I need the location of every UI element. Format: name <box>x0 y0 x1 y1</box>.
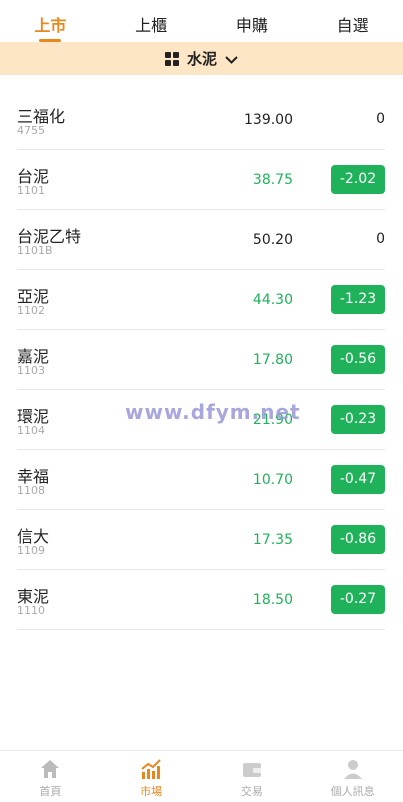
chart-icon <box>141 759 161 779</box>
stock-row[interactable]: 嘉泥 1103 17.80 -0.56 <box>17 330 385 390</box>
stock-code: 1102 <box>17 304 45 317</box>
person-icon <box>343 760 362 779</box>
stock-row[interactable]: 信大 1109 17.35 -0.86 <box>17 510 385 570</box>
market-tabs: 上市 上櫃 申購 自選 <box>0 0 403 42</box>
home-icon <box>41 760 60 778</box>
stock-code: 1104 <box>17 424 45 437</box>
nav-profile[interactable]: 個人訊息 <box>302 751 403 802</box>
nav-trade-label: 交易 <box>240 785 263 798</box>
tab-listed[interactable]: 上市 <box>0 0 101 42</box>
stock-change-badge: 0 <box>376 231 385 247</box>
stock-code: 1101 <box>17 184 45 197</box>
sector-label: 水泥 <box>186 50 217 68</box>
tab-watchlist[interactable]: 自選 <box>302 0 403 42</box>
bottom-nav: 首頁 市場 交易 個人訊息 <box>0 750 403 802</box>
stock-price: 10.70 <box>252 472 293 488</box>
grid-icon <box>164 51 179 66</box>
stock-row[interactable]: 台泥乙特 1101B 50.20 0 <box>17 210 385 270</box>
tab-ipo[interactable]: 申購 <box>202 0 303 42</box>
stock-row[interactable]: 亞泥 1102 44.30 -1.23 <box>17 270 385 330</box>
sector-selector[interactable]: 水泥 <box>0 42 403 75</box>
stock-change-badge: -0.23 <box>331 405 385 434</box>
stock-price: 44.30 <box>252 292 293 308</box>
stock-price: 18.50 <box>252 592 293 608</box>
stock-price: 139.00 <box>244 112 293 128</box>
stock-code: 1110 <box>17 604 45 617</box>
tab-otc[interactable]: 上櫃 <box>101 0 202 42</box>
stock-price: 17.35 <box>252 532 293 548</box>
stock-price: 50.20 <box>252 232 293 248</box>
stock-change-badge: -0.27 <box>331 585 385 614</box>
stock-change-badge: -0.56 <box>331 345 385 374</box>
watermark: www.dfym.net <box>125 400 301 424</box>
stock-price: 38.75 <box>252 172 293 188</box>
wallet-icon <box>242 763 261 777</box>
nav-profile-label: 個人訊息 <box>330 785 375 798</box>
nav-trade[interactable]: 交易 <box>202 751 303 802</box>
stock-change-badge: -0.86 <box>331 525 385 554</box>
nav-home-label: 首頁 <box>39 785 62 798</box>
nav-market-label: 市場 <box>140 785 163 798</box>
stock-row[interactable]: 三福化 4755 139.00 0 <box>17 90 385 150</box>
stock-price: 17.80 <box>252 352 293 368</box>
nav-market[interactable]: 市場 <box>101 751 202 802</box>
stock-code: 1109 <box>17 544 45 557</box>
stock-row[interactable]: 幸福 1108 10.70 -0.47 <box>17 450 385 510</box>
stock-change-badge: 0 <box>376 111 385 127</box>
stock-change-badge: -1.23 <box>331 285 385 314</box>
stock-code: 1108 <box>17 484 45 497</box>
stock-row[interactable]: 台泥 1101 38.75 -2.02 <box>17 150 385 210</box>
stock-change-badge: -0.47 <box>331 465 385 494</box>
chevron-down-icon <box>225 50 238 68</box>
stock-code: 1101B <box>17 244 53 257</box>
stock-row[interactable]: 東泥 1110 18.50 -0.27 <box>17 570 385 630</box>
stock-change-badge: -2.02 <box>331 165 385 194</box>
stock-code: 4755 <box>17 124 45 137</box>
stock-code: 1103 <box>17 364 45 377</box>
nav-home[interactable]: 首頁 <box>0 751 101 802</box>
stock-list: 三福化 4755 139.00 0 台泥 1101 38.75 -2.02 台泥乙特 1101B 5… <box>17 90 385 630</box>
